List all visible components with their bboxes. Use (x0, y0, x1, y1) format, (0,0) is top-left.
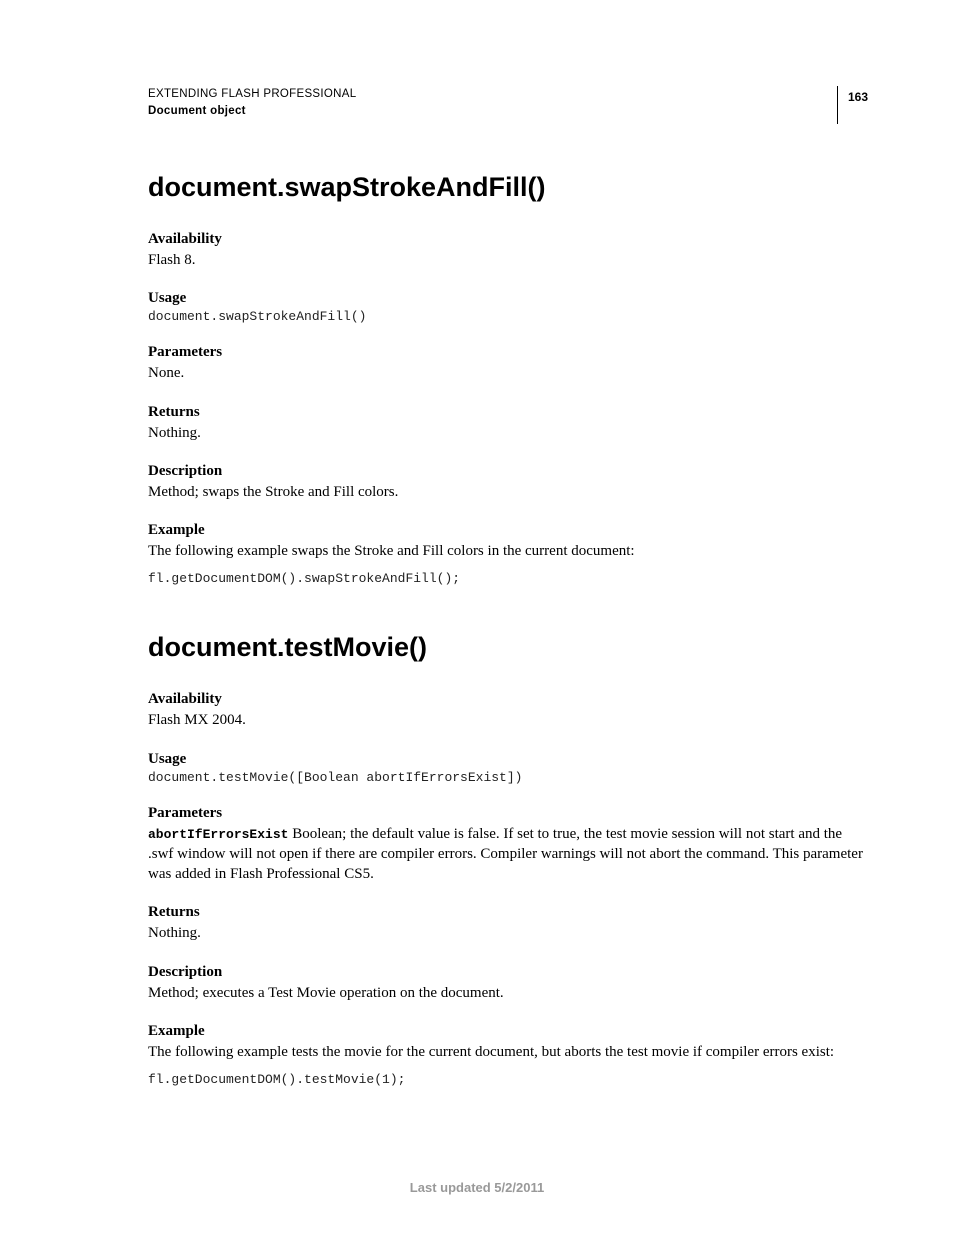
parameters-text: None. (148, 363, 868, 383)
book-title: EXTENDING FLASH PROFESSIONAL (148, 86, 356, 103)
running-header-left: EXTENDING FLASH PROFESSIONAL Document ob… (148, 86, 356, 119)
usage-heading: Usage (148, 751, 868, 768)
availability-text: Flash MX 2004. (148, 710, 868, 730)
page: EXTENDING FLASH PROFESSIONAL Document ob… (0, 0, 954, 1235)
parameters-heading: Parameters (148, 805, 868, 822)
api-entry: document.testMovie() Availability Flash … (148, 632, 868, 1087)
chapter-title: Document object (148, 103, 356, 120)
description-text: Method; executes a Test Movie operation … (148, 983, 868, 1003)
page-footer: Last updated 5/2/2011 (0, 1180, 954, 1195)
entry-title: document.testMovie() (148, 632, 868, 663)
page-number: 163 (837, 86, 868, 124)
availability-heading: Availability (148, 231, 868, 248)
description-text: Method; swaps the Stroke and Fill colors… (148, 482, 868, 502)
example-text: The following example tests the movie fo… (148, 1042, 868, 1062)
example-code: fl.getDocumentDOM().testMovie(1); (148, 1072, 868, 1087)
example-heading: Example (148, 522, 868, 539)
returns-text: Nothing. (148, 423, 868, 443)
parameters-heading: Parameters (148, 344, 868, 361)
example-heading: Example (148, 1023, 868, 1040)
page-header: EXTENDING FLASH PROFESSIONAL Document ob… (148, 86, 868, 124)
entry-title: document.swapStrokeAndFill() (148, 172, 868, 203)
usage-code: document.testMovie([Boolean abortIfError… (148, 770, 868, 785)
api-entry: document.swapStrokeAndFill() Availabilit… (148, 172, 868, 586)
parameter-item: abortIfErrorsExist Boolean; the default … (148, 824, 868, 885)
usage-heading: Usage (148, 290, 868, 307)
usage-code: document.swapStrokeAndFill() (148, 309, 868, 324)
example-text: The following example swaps the Stroke a… (148, 541, 868, 561)
description-heading: Description (148, 964, 868, 981)
availability-heading: Availability (148, 691, 868, 708)
description-heading: Description (148, 463, 868, 480)
example-code: fl.getDocumentDOM().swapStrokeAndFill(); (148, 571, 868, 586)
returns-text: Nothing. (148, 923, 868, 943)
parameter-name: abortIfErrorsExist (148, 827, 288, 842)
availability-text: Flash 8. (148, 250, 868, 270)
returns-heading: Returns (148, 904, 868, 921)
returns-heading: Returns (148, 404, 868, 421)
